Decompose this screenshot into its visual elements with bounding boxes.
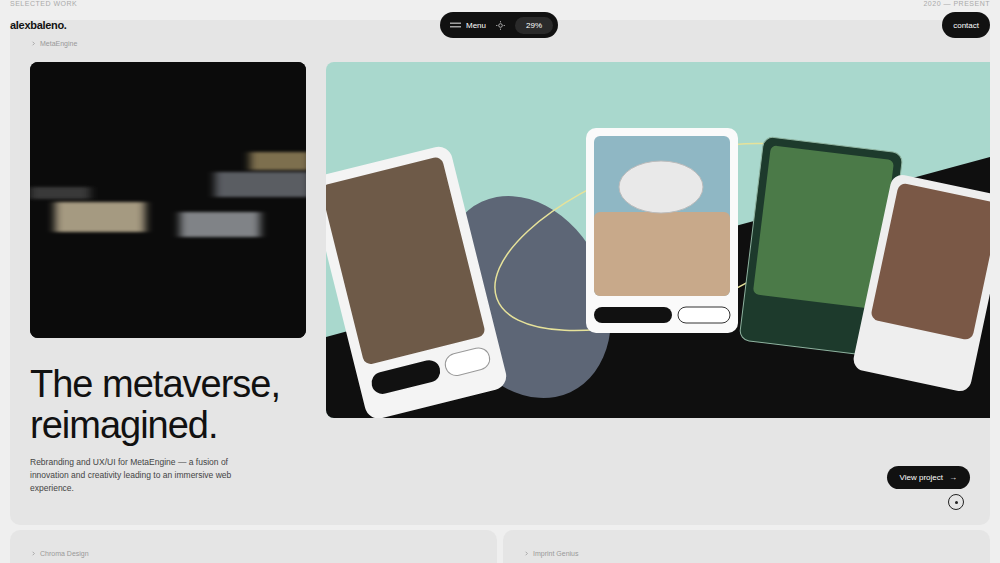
scroll-progress: 29% <box>515 17 553 34</box>
app-card-left <box>326 144 509 418</box>
project-card[interactable]: Chroma Design <box>10 530 497 563</box>
sun-icon[interactable] <box>496 21 505 30</box>
project-tag: Chroma Design <box>30 548 477 558</box>
logo[interactable]: alexbaleno. <box>10 19 67 31</box>
menu-button[interactable]: Menu <box>450 21 486 30</box>
project-card[interactable]: MetaEngine The metaverse,reimagined. Rebra… <box>10 20 990 525</box>
view-project-button[interactable]: View project→ <box>887 466 970 489</box>
contact-button[interactable]: contact <box>942 12 990 38</box>
video-frame <box>30 62 306 338</box>
right-column: View project→ <box>326 62 990 496</box>
portfolio-page: SELECTED WORK 2020 — PRESENT MetaEngine The… <box>0 0 1000 563</box>
project-title: The metaverse,reimagined. <box>30 364 306 446</box>
showcase-art <box>326 62 990 418</box>
chevron-icon <box>30 40 37 47</box>
app-card-far-right <box>851 173 990 394</box>
left-column: The metaverse,reimagined. Rebranding and … <box>30 62 306 496</box>
arrow-icon: → <box>949 473 957 482</box>
chevron-icon <box>30 550 37 557</box>
project-tag: Imprint Genius <box>523 548 970 558</box>
top-nav: alexbaleno. Menu 29% contact <box>0 12 1000 38</box>
project-body: The metaverse,reimagined. Rebranding and … <box>30 62 990 496</box>
app-card-center <box>586 128 738 333</box>
more-projects: Chroma Design Imprint Genius <box>10 530 990 563</box>
project-card[interactable]: Imprint Genius <box>503 530 990 563</box>
project-description: Rebranding and UX/UI for MetaEngine — a … <box>30 456 235 496</box>
project-tag: MetaEngine <box>30 38 990 48</box>
project-video[interactable] <box>30 62 306 338</box>
cursor-ring-icon <box>948 494 964 510</box>
menu-pill: Menu 29% <box>440 12 558 38</box>
project-showcase-image[interactable] <box>326 62 990 418</box>
chevron-icon <box>523 550 530 557</box>
hamburger-icon <box>450 21 461 29</box>
section-label: SELECTED WORK <box>10 0 77 8</box>
section-years: 2020 — PRESENT <box>923 0 990 8</box>
